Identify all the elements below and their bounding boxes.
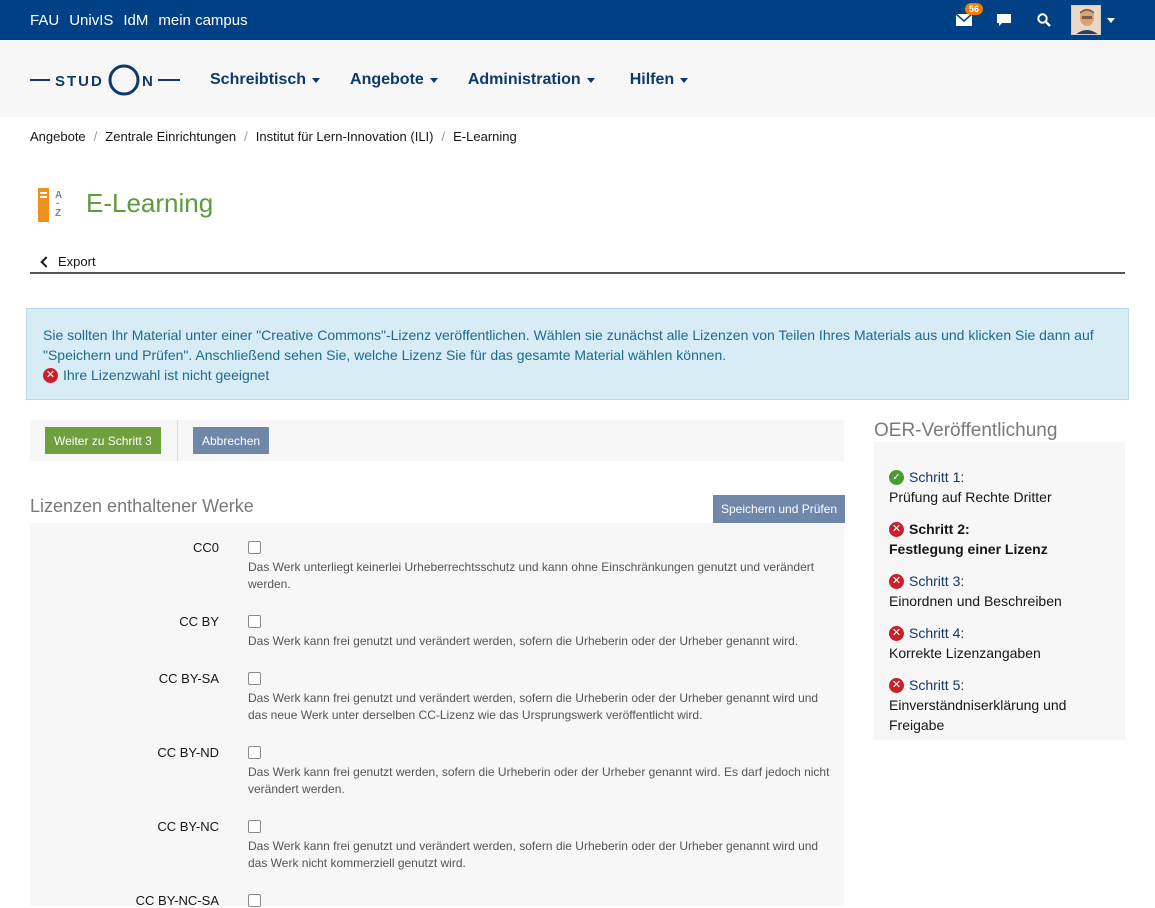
license-checkbox[interactable]: [248, 746, 261, 759]
license-description: Das Werk unterliegt keinerlei Urheberrec…: [248, 560, 815, 591]
license-checkbox[interactable]: [248, 541, 261, 554]
step-sub: Festlegung einer Lizenz: [889, 541, 1048, 557]
search-icon[interactable]: [1033, 9, 1055, 31]
back-to-export-link[interactable]: Export: [40, 254, 96, 269]
avatar[interactable]: [1071, 5, 1101, 35]
chat-icon[interactable]: [993, 9, 1015, 31]
breadcrumb-item[interactable]: Angebote: [30, 129, 86, 144]
top-bar: FAU UnivIS IdM mein campus 56: [0, 0, 1155, 40]
step-2[interactable]: ✕ Schritt 2: Festlegung einer Lizenz: [889, 519, 1110, 559]
step-sub: Prüfung auf Rechte Dritter: [889, 489, 1052, 505]
error-icon: ✕: [43, 367, 58, 383]
license-checkbox[interactable]: [248, 615, 261, 628]
info-text: Sie sollten Ihr Material unter einer "Cr…: [43, 327, 1094, 363]
breadcrumb: Angebote / Zentrale Einrichtungen / Institut…: [30, 129, 517, 144]
svg-text:STUD: STUD: [55, 73, 104, 90]
breadcrumb-separator: /: [244, 129, 248, 144]
caret-down-icon: [429, 77, 438, 83]
top-link-univis[interactable]: UnivIS: [69, 12, 113, 29]
save-and-check-button[interactable]: Speichern und Prüfen: [713, 495, 846, 523]
back-tab-label: Export: [58, 254, 96, 269]
nav-label: Hilfen: [629, 71, 675, 88]
top-icons: 56: [935, 3, 1115, 36]
step-head: Schritt 3:: [909, 573, 965, 589]
check-icon: ✓: [889, 469, 904, 485]
page-title: E-Learning: [86, 188, 214, 218]
user-menu-caret-icon[interactable]: [1107, 17, 1115, 23]
nav-label: Administration: [467, 71, 581, 88]
svg-text:Z: Z: [55, 208, 61, 219]
step-sub: Einordnen und Beschreiben: [889, 593, 1062, 609]
breadcrumb-item[interactable]: Institut für Lern-Innovation (ILI): [256, 129, 434, 144]
license-form: CC0 Das Werk unterliegt keinerlei Urhebe…: [30, 523, 844, 908]
cancel-button[interactable]: Abbrechen: [193, 427, 270, 454]
top-link-mein-campus[interactable]: mein campus: [158, 12, 247, 29]
license-label: CC BY: [179, 614, 219, 629]
error-icon: ✕: [889, 521, 904, 537]
toolbar: Weiter zu Schritt 3 Abbrechen: [30, 420, 844, 461]
step-3[interactable]: ✕ Schritt 3: Einordnen und Beschreiben: [889, 571, 1110, 611]
chevron-left-icon: [40, 255, 52, 268]
error-icon: ✕: [889, 677, 904, 693]
error-icon: ✕: [889, 573, 904, 589]
nav-label: Angebote: [350, 71, 424, 88]
step-head: Schritt 5:: [909, 677, 965, 693]
top-links: FAU UnivIS IdM mein campus: [30, 12, 248, 29]
license-label: CC BY-ND: [157, 745, 219, 760]
license-checkbox[interactable]: [248, 672, 261, 685]
breadcrumb-item[interactable]: Zentrale Einrichtungen: [105, 129, 236, 144]
step-head: Schritt 1:: [909, 469, 965, 485]
sidebar-title: OER-Veröffentlichung: [874, 420, 1058, 441]
section-title: Lizenzen enthaltener Werke: [30, 496, 254, 516]
next-step-button[interactable]: Weiter zu Schritt 3: [45, 427, 161, 454]
license-checkbox[interactable]: [248, 820, 261, 833]
step-sub: Korrekte Lizenzangaben: [889, 645, 1041, 661]
license-description: Das Werk kann frei genutzt und verändert…: [248, 634, 799, 648]
tab-divider: [30, 272, 1125, 274]
license-checkbox[interactable]: [248, 894, 261, 907]
step-sub: Einverständniserklärung und Freigabe: [889, 697, 1067, 733]
nav-angebote[interactable]: Angebote: [350, 71, 438, 89]
oer-steps-panel: ✓ Schritt 1: Prüfung auf Rechte Dritter ✕…: [874, 442, 1125, 740]
license-description: Das Werk kann frei genutzt werden, sofer…: [248, 765, 830, 796]
nav-schreibtisch[interactable]: Schreibtisch: [210, 71, 321, 89]
step-4[interactable]: ✕ Schritt 4: Korrekte Lizenzangaben: [889, 623, 1110, 663]
glossary-icon: A - Z: [37, 188, 69, 222]
step-head: Schritt 2:: [909, 521, 970, 537]
nav-label: Schreibtisch: [210, 71, 307, 88]
error-message: ✕ Ihre Lizenzwahl ist nicht geeignet: [43, 365, 1112, 385]
info-message: Sie sollten Ihr Material unter einer "Cr…: [26, 308, 1129, 400]
breadcrumb-item[interactable]: E-Learning: [453, 129, 517, 144]
license-label: CC0: [192, 540, 219, 555]
step-head: Schritt 4:: [909, 625, 965, 641]
mail-badge: 56: [965, 3, 984, 15]
top-link-idm[interactable]: IdM: [123, 12, 148, 29]
nav-hilfen[interactable]: Hilfen: [629, 71, 689, 89]
top-link-fau[interactable]: FAU: [30, 12, 59, 29]
breadcrumb-separator: /: [441, 129, 446, 144]
caret-down-icon: [680, 77, 689, 83]
step-1[interactable]: ✓ Schritt 1: Prüfung auf Rechte Dritter: [889, 467, 1110, 507]
error-text: Ihre Lizenzwahl ist nicht geeignet: [63, 367, 270, 383]
license-label: CC BY-NC: [157, 819, 219, 834]
toolbar-separator: [177, 420, 178, 461]
nav-administration[interactable]: Administration: [468, 71, 595, 89]
main-header: STUD N Schreibtisch Angebote Administrat…: [0, 40, 1155, 117]
error-icon: ✕: [889, 625, 904, 641]
license-description: Das Werk kann frei genutzt und verändert…: [248, 839, 819, 870]
caret-down-icon: [312, 77, 321, 83]
step-5[interactable]: ✕ Schritt 5: Einverständniserklärung und …: [889, 675, 1110, 735]
license-description: Das Werk kann frei genutzt und verändert…: [248, 691, 819, 722]
caret-down-icon: [586, 77, 595, 83]
breadcrumb-separator: /: [93, 129, 98, 144]
studon-logo[interactable]: STUD N: [30, 63, 180, 97]
license-label: CC BY-SA: [158, 671, 219, 686]
svg-text:N: N: [142, 73, 153, 90]
mail-icon[interactable]: 56: [953, 3, 984, 31]
main-nav: Schreibtisch Angebote Administration Hil…: [210, 71, 718, 89]
